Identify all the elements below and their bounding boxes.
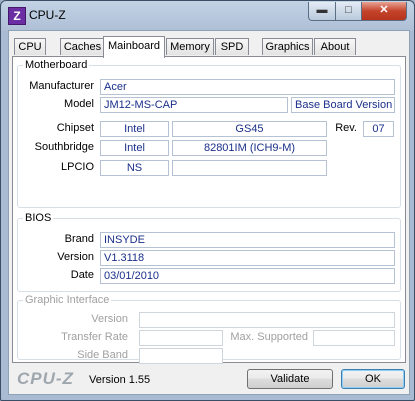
southbridge-label: Southbridge <box>34 141 94 153</box>
bios-group: BIOS Brand INSYDE Version V1.3118 Date 0… <box>17 212 401 292</box>
model-extra-field: Base Board Version <box>291 97 395 113</box>
close-icon: ✕ <box>379 4 389 16</box>
lpcio-field: NS <box>100 160 169 176</box>
close-button[interactable]: ✕ <box>361 2 407 21</box>
title-bar[interactable]: Z CPU-Z ▬ □ ✕ <box>1 1 414 29</box>
tab-mainboard[interactable]: Mainboard <box>103 36 165 58</box>
model-field: JM12-MS-CAP <box>100 97 288 113</box>
minimize-icon: ▬ <box>316 4 328 16</box>
lpcio-extra-field <box>172 160 327 176</box>
minimize-button[interactable]: ▬ <box>308 2 336 21</box>
bios-date-field: 03/01/2010 <box>100 268 395 284</box>
rev-label: Rev. <box>335 122 357 134</box>
tab-memory[interactable]: Memory <box>166 38 214 55</box>
motherboard-group: Motherboard Manufacturer Acer Model JM12… <box>17 59 401 208</box>
footer-bar: CPU-Z Version 1.55 Validate OK <box>9 364 409 394</box>
southbridge-name-field: 82801IM (ICH9-M) <box>172 140 327 156</box>
manufacturer-label: Manufacturer <box>29 80 94 92</box>
motherboard-legend: Motherboard <box>23 59 90 71</box>
ok-button[interactable]: OK <box>341 369 405 389</box>
bios-legend: BIOS <box>23 212 54 224</box>
tab-graphics[interactable]: Graphics <box>262 38 313 55</box>
lpcio-label: LPCIO <box>60 161 94 173</box>
version-label: Version 1.55 <box>89 374 151 386</box>
cpuz-logo: CPU-Z <box>17 369 74 388</box>
gi-max-supported-field <box>313 330 395 346</box>
bios-brand-label: Brand <box>64 233 94 245</box>
model-label: Model <box>64 98 94 110</box>
graphic-interface-legend: Graphic Interface <box>23 294 112 306</box>
cpuz-window: Z CPU-Z ▬ □ ✕ CPU Caches Mainboard Memor… <box>0 0 415 401</box>
bios-version-label: Version <box>57 251 94 263</box>
gi-version-field <box>139 312 395 328</box>
chipset-vendor-field: Intel <box>100 121 169 137</box>
mainboard-panel: Motherboard Manufacturer Acer Model JM12… <box>12 56 406 364</box>
gi-transfer-rate-label: Transfer Rate <box>61 331 128 343</box>
cpuz-app-icon: Z <box>8 7 26 25</box>
tab-caches[interactable]: Caches <box>60 38 105 55</box>
gi-transfer-rate-field <box>139 330 223 346</box>
gi-side-band-label: Side Band <box>77 349 128 361</box>
southbridge-vendor-field: Intel <box>100 140 169 156</box>
bios-brand-field: INSYDE <box>100 232 395 248</box>
tab-cpu[interactable]: CPU <box>14 38 46 55</box>
chipset-label: Chipset <box>56 122 94 134</box>
bios-date-label: Date <box>70 269 94 281</box>
tab-about[interactable]: About <box>314 38 356 55</box>
maximize-button[interactable]: □ <box>335 2 362 21</box>
rev-field: 07 <box>363 121 394 137</box>
client-area: CPU Caches Mainboard Memory SPD Graphics… <box>8 30 410 395</box>
graphic-interface-group: Graphic Interface Version Transfer Rate … <box>17 294 401 364</box>
manufacturer-field: Acer <box>100 79 395 95</box>
gi-max-supported-label: Max. Supported <box>230 331 308 343</box>
maximize-icon: □ <box>345 4 352 16</box>
validate-button[interactable]: Validate <box>247 369 333 389</box>
tab-spd[interactable]: SPD <box>215 38 249 55</box>
bios-version-field: V1.3118 <box>100 250 395 266</box>
gi-side-band-field <box>139 348 223 364</box>
window-title: CPU-Z <box>29 8 66 22</box>
gi-version-label: Version <box>91 313 128 325</box>
chipset-name-field: GS45 <box>172 121 327 137</box>
tab-bar: CPU Caches Mainboard Memory SPD Graphics… <box>12 36 406 58</box>
